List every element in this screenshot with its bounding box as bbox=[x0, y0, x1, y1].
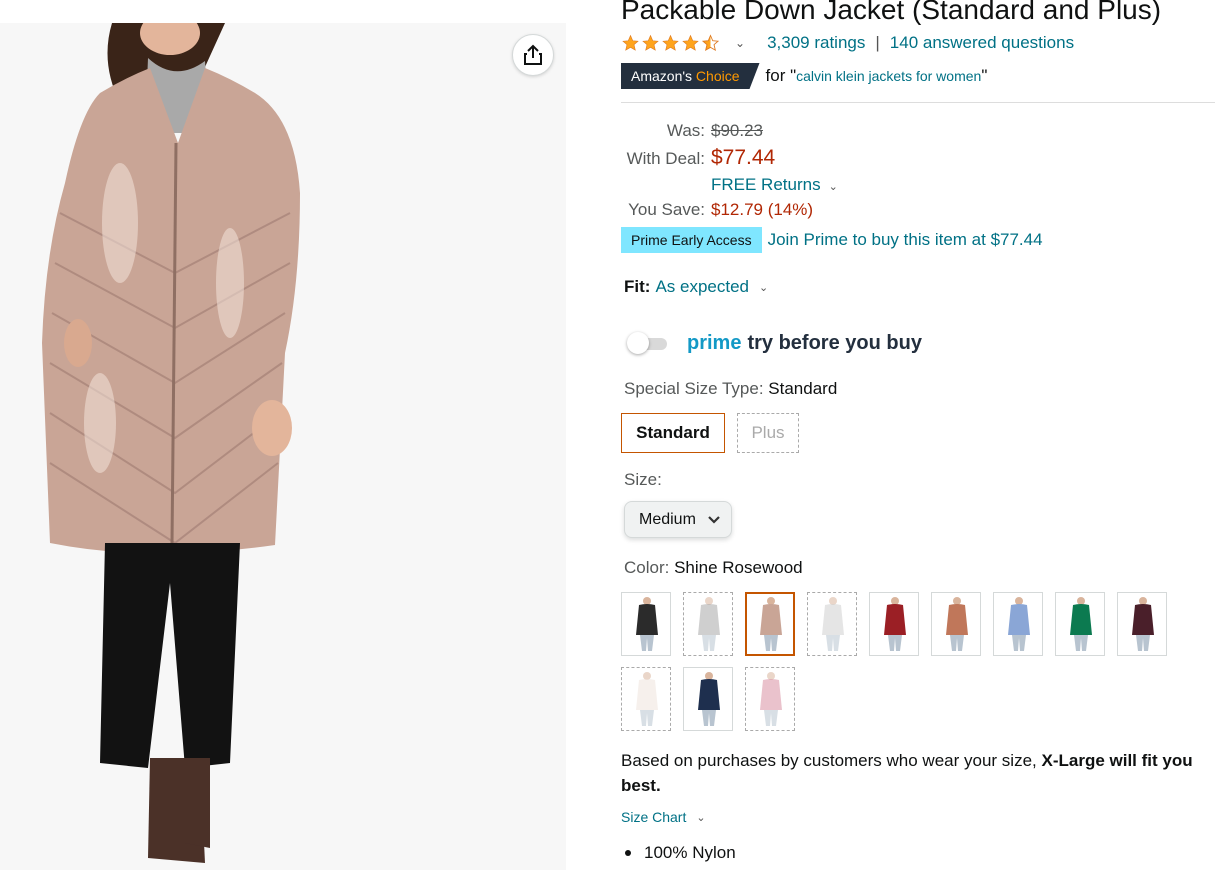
swatch-thumbnail bbox=[1070, 597, 1092, 651]
join-prime-link[interactable]: Join Prime to buy this item at $77.44 bbox=[768, 230, 1043, 250]
special-size-selected: Standard bbox=[768, 379, 838, 398]
choice-badge-accent: Choice bbox=[695, 68, 740, 84]
try-before-toggle[interactable] bbox=[627, 332, 671, 354]
price-block: Was: $90.23 With Deal: $77.44 FREE Retur… bbox=[621, 121, 838, 225]
color-swatch-navy[interactable] bbox=[683, 667, 733, 731]
rating-separator: | bbox=[875, 33, 880, 52]
color-swatch-silver[interactable] bbox=[683, 592, 733, 656]
star-full-icon bbox=[642, 34, 659, 51]
special-size-type-label: Special Size Type: Standard bbox=[624, 379, 837, 399]
save-label: You Save: bbox=[628, 200, 705, 219]
was-label: Was: bbox=[666, 121, 705, 140]
prime-early-access-row: Prime Early Access Join Prime to buy thi… bbox=[621, 227, 1043, 253]
try-before-you-buy-row: prime try before you buy bbox=[627, 329, 922, 357]
color-swatch-cream[interactable] bbox=[621, 667, 671, 731]
deal-label: With Deal: bbox=[626, 149, 705, 168]
size-chart-link[interactable]: Size Chart ⌄ bbox=[621, 809, 706, 825]
swatch-thumbnail bbox=[1008, 597, 1030, 651]
was-price-row: Was: $90.23 bbox=[621, 121, 838, 146]
fit-rec-prefix: Based on purchases by customers who wear… bbox=[621, 751, 1042, 770]
chevron-down-icon: ⌄ bbox=[696, 811, 706, 824]
answered-questions-link[interactable]: 140 answered questions bbox=[890, 33, 1074, 53]
color-swatch-black[interactable] bbox=[621, 592, 671, 656]
was-price: $90.23 bbox=[711, 121, 763, 140]
star-half-icon bbox=[701, 34, 720, 52]
rating-row: ⌄ 3,309 ratings | 140 answered questions bbox=[621, 31, 1074, 55]
size-type-plus-button[interactable]: Plus bbox=[737, 413, 799, 453]
size-selected-value: Medium bbox=[639, 510, 696, 528]
prime-logo-text: prime bbox=[687, 331, 742, 354]
deal-price: $77.44 bbox=[711, 146, 776, 169]
amazons-choice-row: Amazon's Choice for "calvin klein jacket… bbox=[621, 63, 987, 89]
amazons-choice-badge: Amazon's Choice bbox=[621, 63, 760, 89]
swatch-thumbnail bbox=[698, 597, 720, 651]
color-swatch-green[interactable] bbox=[1055, 592, 1105, 656]
choice-badge-prefix: Amazon's bbox=[631, 68, 693, 84]
star-full-icon bbox=[622, 34, 639, 51]
share-button[interactable] bbox=[512, 34, 554, 76]
deal-price-row: With Deal: $77.44 bbox=[621, 146, 838, 175]
color-swatch-shine-rosewood[interactable] bbox=[745, 592, 795, 656]
chevron-down-icon[interactable]: ⌄ bbox=[735, 36, 745, 50]
share-icon bbox=[524, 44, 542, 65]
special-size-label-text: Special Size Type: bbox=[624, 379, 769, 398]
swatch-thumbnail bbox=[636, 597, 658, 651]
special-size-options: Standard Plus bbox=[621, 413, 799, 453]
feature-bullet: 100% Nylon bbox=[625, 843, 736, 863]
free-returns-label: FREE Returns bbox=[711, 175, 821, 194]
swatch-thumbnail bbox=[884, 597, 906, 651]
swatch-thumbnail bbox=[1132, 597, 1154, 651]
color-swatch-pink[interactable] bbox=[745, 667, 795, 731]
size-chart-label: Size Chart bbox=[621, 809, 687, 825]
section-divider bbox=[621, 102, 1215, 103]
color-swatch-rust[interactable] bbox=[931, 592, 981, 656]
color-swatch-blue[interactable] bbox=[993, 592, 1043, 656]
chevron-down-icon: ⌄ bbox=[828, 181, 838, 193]
color-selected-name: Shine Rosewood bbox=[674, 558, 803, 577]
returns-row: FREE Returns ⌄ bbox=[621, 175, 838, 200]
choice-close-quote: " bbox=[981, 66, 988, 85]
fit-row[interactable]: Fit: As expected ⌄ bbox=[624, 277, 768, 297]
swatch-thumbnail bbox=[698, 672, 720, 726]
product-image-pane bbox=[0, 23, 566, 870]
color-swatch-light-silver[interactable] bbox=[807, 592, 857, 656]
size-type-standard-button[interactable]: Standard bbox=[621, 413, 725, 453]
product-main-image[interactable] bbox=[0, 23, 566, 870]
swatch-thumbnail bbox=[760, 672, 782, 726]
swatch-thumbnail bbox=[760, 597, 782, 651]
chevron-down-icon: ⌄ bbox=[759, 281, 769, 294]
feature-bullets: 100% Nylon bbox=[625, 843, 736, 863]
choice-for-prefix: for " bbox=[765, 66, 797, 85]
fit-value[interactable]: As expected bbox=[655, 277, 749, 297]
color-swatch-burgundy[interactable] bbox=[1117, 592, 1167, 656]
you-save-row: You Save: $12.79 (14%) bbox=[621, 200, 838, 225]
try-before-text: try before you buy bbox=[747, 331, 922, 354]
product-details: Packable Down Jacket (Standard and Plus)… bbox=[621, 0, 1215, 870]
color-label: Color: Shine Rosewood bbox=[624, 558, 803, 578]
free-returns-link[interactable]: FREE Returns ⌄ bbox=[711, 175, 838, 195]
ratings-count-link[interactable]: 3,309 ratings bbox=[767, 33, 865, 53]
fit-label: Fit: bbox=[624, 277, 651, 296]
save-amount: $12.79 (14%) bbox=[711, 200, 814, 219]
star-full-icon bbox=[662, 34, 679, 51]
toggle-knob bbox=[627, 332, 649, 354]
color-label-text: Color: bbox=[624, 558, 675, 577]
swatch-thumbnail bbox=[822, 597, 844, 651]
swatch-thumbnail bbox=[636, 672, 658, 726]
choice-for-text: for "calvin klein jackets for women" bbox=[766, 66, 988, 86]
swatch-thumbnail bbox=[946, 597, 968, 651]
product-title: Packable Down Jacket (Standard and Plus) bbox=[621, 0, 1162, 25]
fit-recommendation: Based on purchases by customers who wear… bbox=[621, 748, 1215, 798]
size-dropdown[interactable]: Medium bbox=[624, 501, 732, 538]
color-swatch-red[interactable] bbox=[869, 592, 919, 656]
chevron-down-icon bbox=[708, 516, 720, 524]
choice-query-link[interactable]: calvin klein jackets for women bbox=[796, 68, 981, 84]
star-rating[interactable] bbox=[621, 34, 721, 52]
prime-early-access-badge: Prime Early Access bbox=[621, 227, 762, 253]
star-full-icon bbox=[682, 34, 699, 51]
size-label: Size: bbox=[624, 470, 662, 489]
